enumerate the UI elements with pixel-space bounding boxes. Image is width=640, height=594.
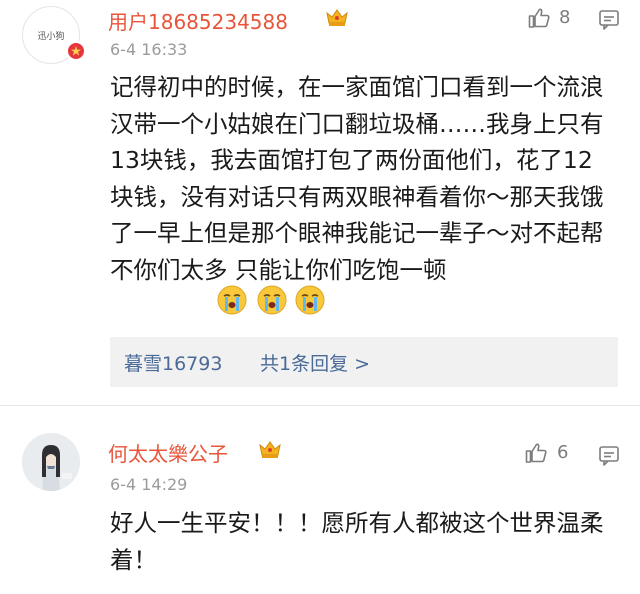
comment-bubble-icon[interactable]	[598, 8, 620, 30]
avatar[interactable]	[22, 433, 80, 491]
crying-face-icon	[257, 285, 287, 315]
reply-preview[interactable]: 暮雪16793 共1条回复 >	[110, 337, 618, 387]
timestamp: 6-4 16:33	[110, 40, 188, 59]
comment-item: 迅小狗 用户18685234588 6-4 16:33 8 记得初中的时候，在一…	[0, 0, 640, 405]
timestamp: 6-4 14:29	[110, 475, 188, 494]
thumbs-up-icon[interactable]	[527, 6, 551, 30]
verified-badge-icon	[66, 41, 86, 61]
crying-face-icon	[217, 285, 247, 315]
comment-bubble-icon[interactable]	[598, 444, 620, 466]
reply-count-link[interactable]: 共1条回复 >	[260, 349, 370, 376]
crown-icon	[259, 441, 281, 458]
thumbs-up-icon[interactable]	[524, 441, 548, 465]
comment-item: 何太太樂公子 6-4 14:29 6 好人一生平安！！！愿所有人都被这个世界温柔…	[0, 405, 640, 594]
like-count: 6	[557, 442, 569, 463]
crown-icon	[326, 9, 348, 26]
crying-face-icon	[295, 285, 325, 315]
divider	[0, 405, 640, 406]
avatar-photo	[22, 433, 80, 491]
comment-body: 好人一生平安！！！愿所有人都被这个世界温柔着！	[110, 509, 604, 574]
username[interactable]: 用户18685234588	[108, 6, 288, 35]
like-count: 8	[559, 7, 571, 28]
comment-body: 记得初中的时候，在一家面馆门口看到一个流浪汉带一个小姑娘在门口翻垃圾桶……我身上…	[110, 73, 604, 284]
avatar-text: 迅小狗	[37, 32, 65, 42]
reply-username[interactable]: 暮雪16793	[124, 349, 222, 376]
username[interactable]: 何太太樂公子	[108, 438, 228, 467]
